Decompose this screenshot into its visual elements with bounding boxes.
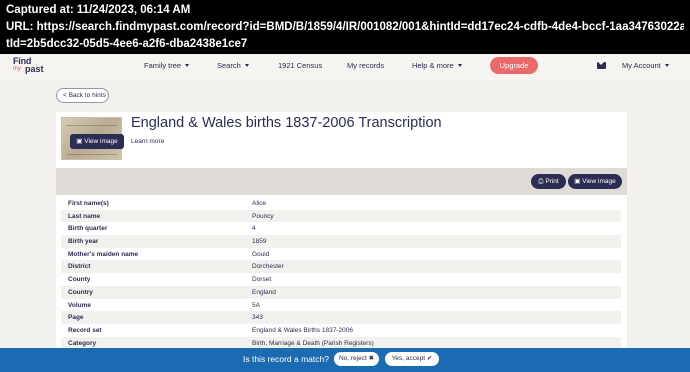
table-row: Last name Pouncy xyxy=(61,209,621,223)
record-image-thumbnail[interactable]: ▣ View image xyxy=(61,117,124,160)
nav-1921-census-label: 1921 Census xyxy=(278,61,323,70)
field-label: Record set xyxy=(68,326,102,334)
table-row: First name(s) Alice xyxy=(61,197,621,210)
mail-icon[interactable] xyxy=(597,62,606,69)
nav-1921-census[interactable]: 1921 Census xyxy=(278,61,322,70)
record-match-bar: Is this record a match? No, reject ✖ Yes… xyxy=(0,348,690,372)
field-value: 343 xyxy=(252,314,263,322)
field-label: Birth quarter xyxy=(68,225,108,233)
record-card: ▣ View image England & Wales births 1837… xyxy=(56,112,627,352)
view-image-button[interactable]: ▣ View image xyxy=(568,174,622,189)
learn-more-link[interactable]: Learn more xyxy=(131,138,164,145)
url-text-line-1: URL: https://search.findmypast.com/recor… xyxy=(6,21,684,33)
chevron-down-icon xyxy=(185,64,190,67)
field-value: 5A xyxy=(252,301,260,309)
field-value: Gould xyxy=(252,250,270,258)
field-value: 4 xyxy=(252,225,256,233)
table-row: Page 343 xyxy=(61,311,621,324)
transcription-table: First name(s) Alice Last name Pouncy Birth q… xyxy=(61,197,621,350)
url-text-line-2: tId=2b5dcc32-05d5-4ee6-a2f6-dba2438e1ce7 xyxy=(6,38,248,50)
thumbnail-view-image-button[interactable]: ▣ View image xyxy=(70,134,124,149)
view-image-label: View image xyxy=(582,178,616,185)
field-label: District xyxy=(68,263,91,271)
field-label: Volume xyxy=(68,301,91,309)
table-row: Birth quarter 4 xyxy=(61,222,621,235)
thumbnail-line xyxy=(66,125,117,126)
table-row: County Dorset xyxy=(61,273,621,286)
findmypast-logo[interactable]: Find my past xyxy=(13,56,53,78)
record-toolbar: ⎙ Print ▣ View image xyxy=(56,168,627,195)
captured-at-text: Captured at: 11/24/2023, 06:14 AM xyxy=(6,4,191,16)
nav-my-account[interactable]: My Account xyxy=(622,61,669,70)
print-button[interactable]: ⎙ Print xyxy=(531,174,566,189)
match-question: Is this record a match? xyxy=(243,354,329,364)
chevron-down-icon xyxy=(457,64,462,67)
reject-button[interactable]: No, reject ✖ xyxy=(334,352,379,366)
field-label: Page xyxy=(68,314,84,322)
nav-my-records[interactable]: My records xyxy=(347,61,384,70)
field-value: Birth, Marriage & Death (Parish Register… xyxy=(252,339,374,347)
nav-help-more-label: Help & more xyxy=(412,61,454,70)
thumbnail-line xyxy=(66,154,117,155)
field-label: Mother's maiden name xyxy=(68,250,139,258)
field-label: Country xyxy=(68,288,93,296)
field-value: 1859 xyxy=(252,238,267,246)
field-label: First name(s) xyxy=(68,200,109,207)
field-value: Dorchester xyxy=(252,263,284,271)
nav-search-label: Search xyxy=(217,61,241,70)
nav-search[interactable]: Search xyxy=(217,61,249,70)
field-label: Last name xyxy=(68,212,101,220)
nav-my-records-label: My records xyxy=(347,61,385,70)
table-row: Record set England & Wales Births 1837-20… xyxy=(61,324,621,337)
page-title: England & Wales births 1837-2006 Transcr… xyxy=(131,115,442,131)
chevron-down-icon xyxy=(664,64,669,67)
table-row: District Dorchester xyxy=(61,260,621,274)
logo-word-past: past xyxy=(25,64,44,74)
field-value: Alice xyxy=(252,200,267,207)
field-label: County xyxy=(68,276,91,284)
field-label: Birth year xyxy=(68,238,99,246)
field-value: Pouncy xyxy=(252,212,274,220)
table-row: Mother's maiden name Gould xyxy=(61,248,621,261)
table-row: Volume 5A xyxy=(61,299,621,312)
chevron-down-icon xyxy=(244,64,249,67)
accept-button[interactable]: Yes, accept ✔ xyxy=(385,352,439,366)
nav-help-more[interactable]: Help & more xyxy=(412,61,462,70)
logo-word-my: my xyxy=(13,66,21,72)
thumbnail-view-image-label: View image xyxy=(84,138,118,145)
back-to-hints-button[interactable]: < Back to hints xyxy=(56,88,109,103)
nav-my-account-label: My Account xyxy=(622,61,661,70)
print-label: Print xyxy=(545,178,559,185)
table-row: Country England xyxy=(61,285,621,299)
capture-info-bar: Captured at: 11/24/2023, 06:14 AM URL: h… xyxy=(0,0,690,54)
nav-family-tree-label: Family tree xyxy=(144,61,182,70)
field-label: Category xyxy=(68,339,97,347)
nav-family-tree[interactable]: Family tree xyxy=(144,61,190,70)
upgrade-button[interactable]: Upgrade xyxy=(490,57,538,74)
top-navigation: Find my past Family tree Search 1921 Cen… xyxy=(0,54,690,80)
field-value: England xyxy=(252,288,276,296)
field-value: England & Wales Births 1837-2006 xyxy=(252,326,353,334)
field-value: Dorset xyxy=(252,276,272,284)
table-row: Birth year 1859 xyxy=(61,235,621,248)
